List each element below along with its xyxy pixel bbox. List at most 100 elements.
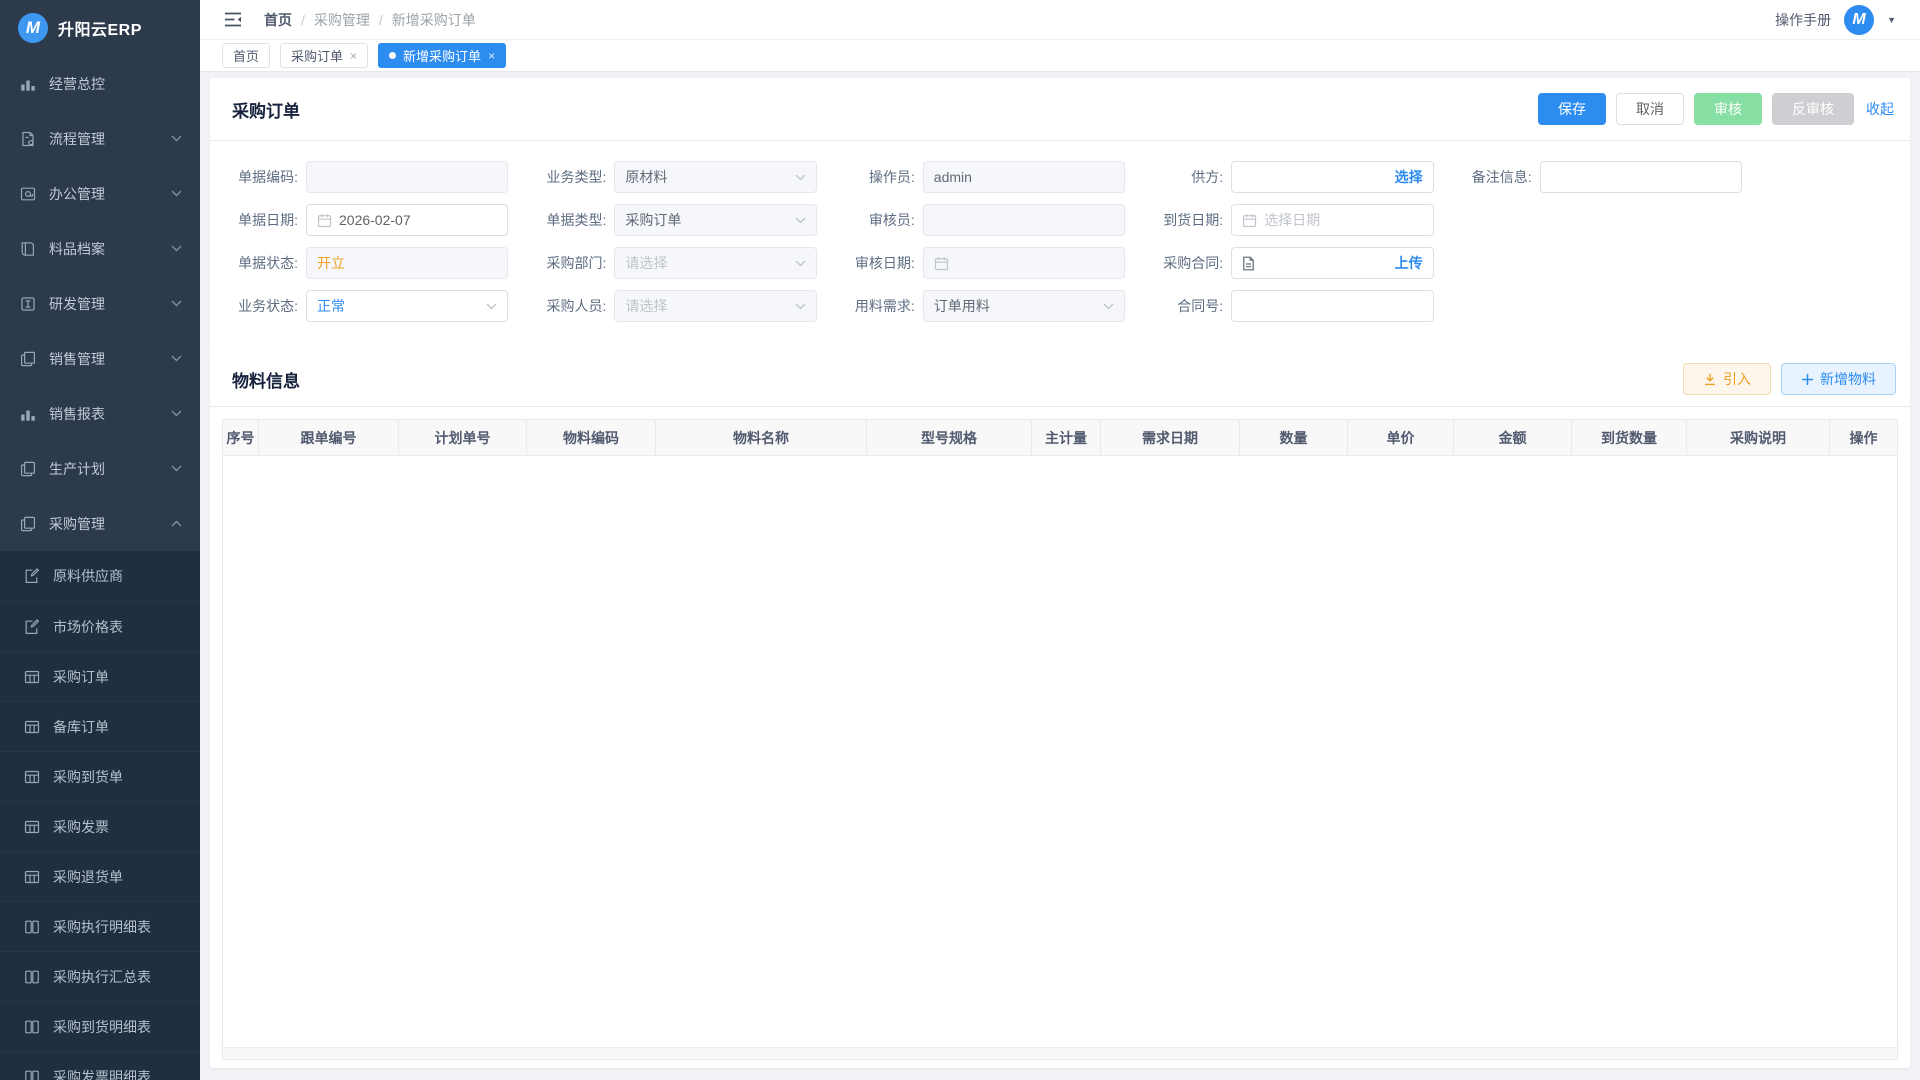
- open-book-icon: [24, 1019, 40, 1035]
- sidebar-item-material-archive[interactable]: 料品档案: [0, 221, 200, 276]
- sidebar-item-purchase-mgmt[interactable]: 采购管理: [0, 496, 200, 551]
- sidebar-item-sales-report[interactable]: 销售报表: [0, 386, 200, 441]
- sidebar-item-purchase-arrival-detail[interactable]: 采购到货明细表: [0, 1001, 200, 1051]
- collapse-button[interactable]: 收起: [1864, 99, 1896, 119]
- add-material-button[interactable]: 新增物料: [1781, 363, 1896, 395]
- app-title: 升阳云ERP: [58, 16, 142, 40]
- sidebar-item-purchase-arrival[interactable]: 采购到货单: [0, 751, 200, 801]
- field-remark: 备注信息:: [1456, 161, 1742, 193]
- sidebar-item-purchase-exec-summary[interactable]: 采购执行汇总表: [0, 951, 200, 1001]
- materials-table-header: 序号 跟单编号 计划单号 物料编码 物料名称 型号规格 主计量 需求日期 数量 …: [223, 420, 1897, 456]
- cancel-button[interactable]: 取消: [1616, 93, 1684, 125]
- col-unit-price: 单价: [1348, 420, 1454, 455]
- doc-status-input: 开立: [306, 247, 508, 279]
- sidebar-item-market-price[interactable]: 市场价格表: [0, 601, 200, 651]
- main-area: 首页 / 采购管理 / 新增采购订单 操作手册 M ▼ 首页 采购订单 ×: [200, 0, 1920, 1080]
- biz-status-select[interactable]: 正常: [306, 290, 508, 322]
- tab-home[interactable]: 首页: [222, 43, 270, 68]
- sidebar-item-purchase-exec-detail[interactable]: 采购执行明细表: [0, 901, 200, 951]
- field-doc-type: 单据类型: 采购订单: [530, 204, 816, 236]
- chevron-down-icon: [171, 465, 182, 472]
- audit-button[interactable]: 审核: [1694, 93, 1762, 125]
- breadcrumb-separator: /: [301, 12, 305, 28]
- chevron-down-icon: [486, 303, 497, 310]
- purchase-contract-input[interactable]: 上传: [1231, 247, 1433, 279]
- sidebar-item-purchase-invoice-detail[interactable]: 采购发票明细表: [0, 1051, 200, 1080]
- arrival-date-picker[interactable]: 选择日期: [1231, 204, 1433, 236]
- tab-purchase-order[interactable]: 采购订单 ×: [280, 43, 368, 68]
- sidebar-item-purchase-return[interactable]: 采购退货单: [0, 851, 200, 901]
- field-purchase-contract: 采购合同: 上传: [1147, 247, 1433, 279]
- sidebar-item-office-mgmt[interactable]: 办公管理: [0, 166, 200, 221]
- manual-link[interactable]: 操作手册: [1775, 10, 1831, 30]
- bar-chart-icon: [20, 76, 36, 92]
- unaudit-button[interactable]: 反审核: [1772, 93, 1854, 125]
- horizontal-scrollbar[interactable]: [223, 1047, 1897, 1059]
- sidebar-item-purchase-invoice[interactable]: 采购发票: [0, 801, 200, 851]
- breadcrumb-purchase-mgmt[interactable]: 采购管理: [314, 10, 370, 30]
- form-card-header: 采购订单 保存 取消 审核 反审核 收起: [210, 78, 1910, 140]
- field-operator: 操作员:: [839, 161, 1125, 193]
- close-icon[interactable]: ×: [488, 50, 495, 62]
- sidebar-item-sales-mgmt[interactable]: 销售管理: [0, 331, 200, 386]
- col-unit: 主计量: [1032, 420, 1101, 455]
- supplier-select-link[interactable]: 选择: [1395, 167, 1423, 187]
- import-button[interactable]: 引入: [1683, 363, 1771, 395]
- chevron-down-icon: [795, 260, 806, 267]
- field-purchase-staff: 采购人员: 请选择: [530, 290, 816, 322]
- field-arrival-date: 到货日期: 选择日期: [1147, 204, 1433, 236]
- materials-title: 物料信息: [222, 367, 300, 392]
- purchase-dept-select: 请选择: [614, 247, 816, 279]
- breadcrumb: 首页 / 采购管理 / 新增采购订单: [264, 10, 476, 30]
- field-biz-type: 业务类型: 原材料: [530, 161, 816, 193]
- material-demand-select: 订单用料: [923, 290, 1125, 322]
- purchase-order-form-card: 采购订单 保存 取消 审核 反审核 收起 单据编码:: [210, 78, 1910, 352]
- doc-type-select: 采购订单: [614, 204, 816, 236]
- breadcrumb-home[interactable]: 首页: [264, 10, 292, 30]
- plus-icon: [1801, 373, 1814, 386]
- chevron-down-icon[interactable]: ▼: [1887, 15, 1896, 25]
- col-amount: 金额: [1454, 420, 1572, 455]
- table-icon: [24, 819, 40, 835]
- menu-fold-icon[interactable]: [224, 12, 242, 27]
- col-operation: 操作: [1830, 420, 1897, 455]
- col-plan-no: 计划单号: [399, 420, 527, 455]
- sidebar-item-purchase-order[interactable]: 采购订单: [0, 651, 200, 701]
- chevron-down-icon: [171, 190, 182, 197]
- sidebar-item-stock-order[interactable]: 备库订单: [0, 701, 200, 751]
- col-demand-date: 需求日期: [1101, 420, 1240, 455]
- col-index: 序号: [223, 420, 259, 455]
- sidebar-item-business-overview[interactable]: 经营总控: [0, 56, 200, 111]
- sidebar-item-raw-supplier[interactable]: 原料供应商: [0, 551, 200, 601]
- table-icon: [24, 769, 40, 785]
- upload-link[interactable]: 上传: [1395, 253, 1423, 273]
- operator-input: [923, 161, 1125, 193]
- save-button[interactable]: 保存: [1538, 93, 1606, 125]
- chevron-down-icon: [171, 355, 182, 362]
- calendar-icon: [317, 213, 332, 228]
- doc-date-picker[interactable]: 2026-02-07: [306, 204, 508, 236]
- supplier-input[interactable]: 选择: [1231, 161, 1433, 193]
- sidebar-item-process-mgmt[interactable]: 流程管理: [0, 111, 200, 166]
- divider: [210, 406, 1910, 407]
- remark-input[interactable]: [1540, 161, 1742, 193]
- field-supplier: 供方: 选择: [1147, 161, 1433, 193]
- tab-new-purchase-order[interactable]: 新增采购订单 ×: [378, 43, 506, 68]
- research-icon: [20, 296, 36, 312]
- field-audit-date: 审核日期:: [839, 247, 1125, 279]
- table-icon: [24, 669, 40, 685]
- materials-table-body: [223, 456, 1897, 1047]
- app-logo: M 升阳云ERP: [0, 0, 200, 56]
- field-biz-status: 业务状态: 正常: [222, 290, 508, 322]
- purchase-order-form: 单据编码: 业务类型: 原材料 操作员:: [210, 141, 1910, 352]
- sidebar-item-production-plan[interactable]: 生产计划: [0, 441, 200, 496]
- breadcrumb-separator: /: [379, 12, 383, 28]
- close-icon[interactable]: ×: [350, 50, 357, 62]
- col-material-code: 物料编码: [527, 420, 656, 455]
- avatar[interactable]: M: [1844, 5, 1874, 35]
- breadcrumb-current: 新增采购订单: [392, 10, 476, 30]
- sidebar-item-rnd-mgmt[interactable]: 研发管理: [0, 276, 200, 331]
- chevron-down-icon: [795, 303, 806, 310]
- chevron-down-icon: [171, 135, 182, 142]
- contract-no-input[interactable]: [1231, 290, 1433, 322]
